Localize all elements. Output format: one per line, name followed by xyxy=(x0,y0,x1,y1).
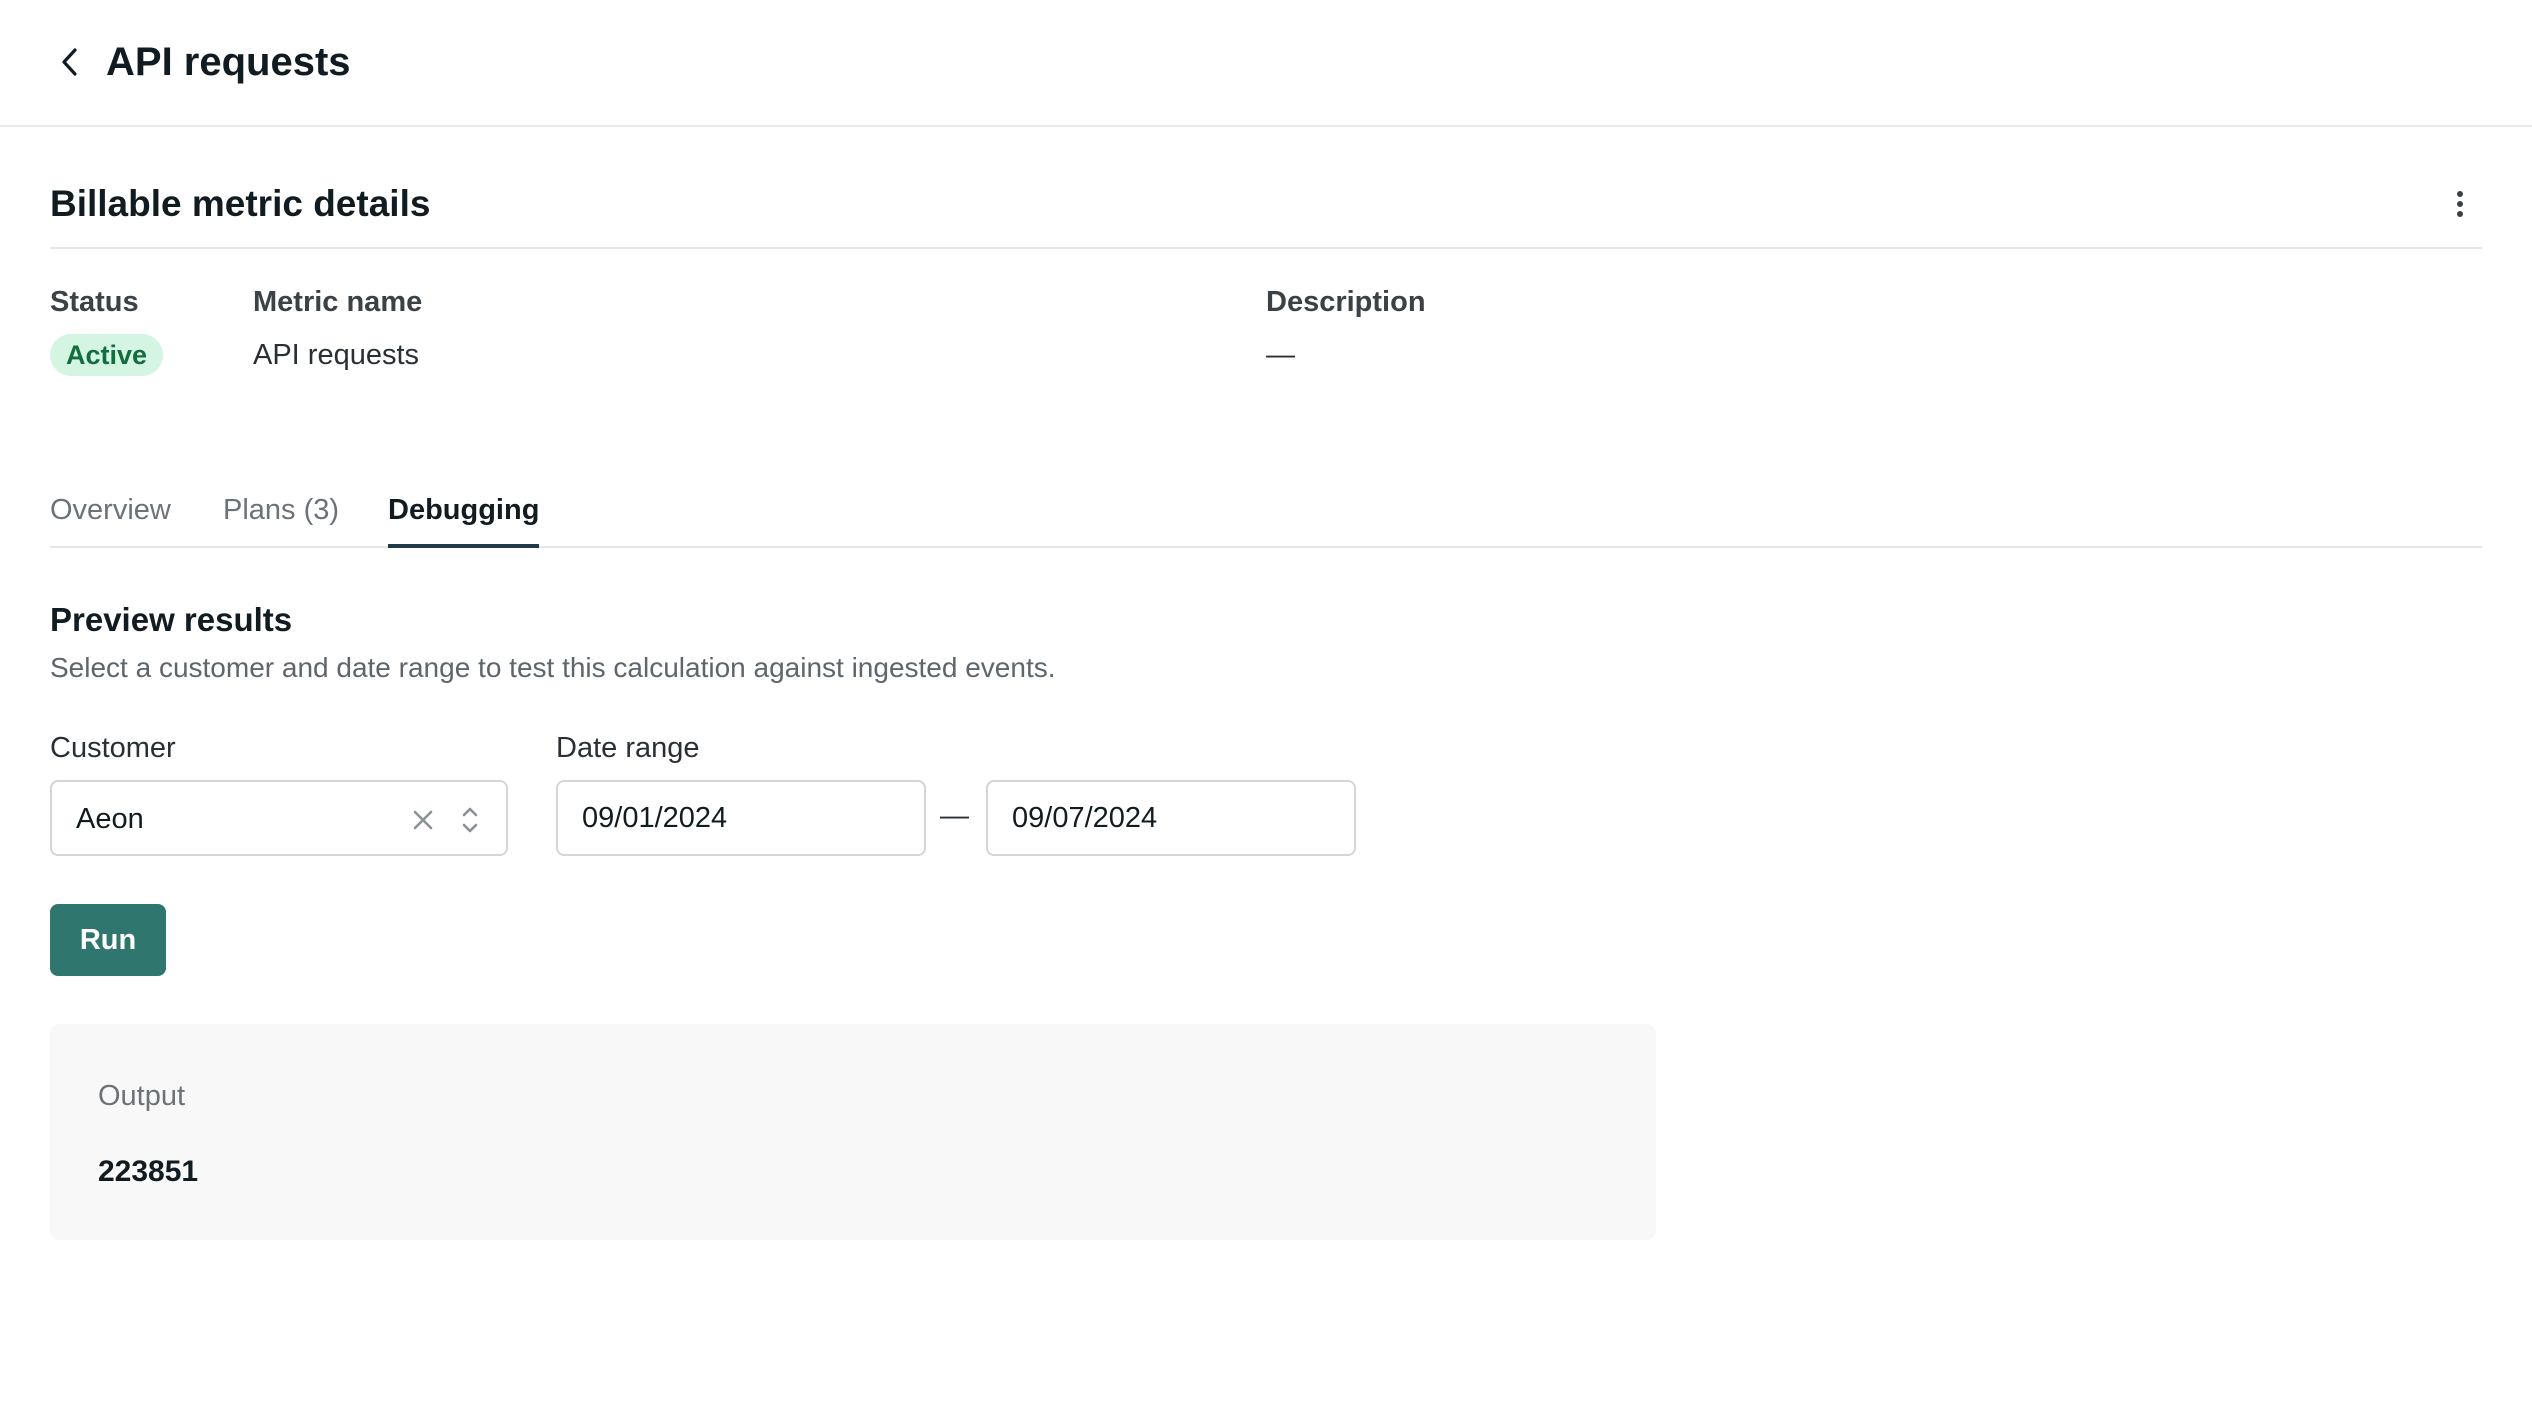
customer-select[interactable]: Aeon xyxy=(50,780,508,856)
chevron-left-icon xyxy=(62,48,77,76)
run-button[interactable]: Run xyxy=(50,904,166,976)
page-title: API requests xyxy=(106,40,351,84)
date-start-input[interactable] xyxy=(556,780,926,856)
status-label: Status xyxy=(50,286,139,318)
date-range-label: Date range xyxy=(556,732,700,764)
customer-label: Customer xyxy=(50,732,176,764)
more-vertical-icon xyxy=(2457,191,2463,217)
output-value: 223851 xyxy=(98,1155,199,1188)
date-end-input[interactable] xyxy=(986,780,1356,856)
status-badge: Active xyxy=(50,334,164,376)
section-divider xyxy=(50,247,2482,249)
section-title: Billable metric details xyxy=(50,183,431,224)
more-options-button[interactable] xyxy=(2440,184,2480,224)
date-range-separator: — xyxy=(940,800,969,832)
customer-select-toggle[interactable] xyxy=(452,799,488,841)
description-value: — xyxy=(1266,339,1295,371)
close-icon xyxy=(413,810,433,830)
chevron-updown-icon xyxy=(462,807,478,833)
preview-description: Select a customer and date range to test… xyxy=(50,652,1056,683)
metric-name-label: Metric name xyxy=(253,286,423,318)
clear-customer-button[interactable] xyxy=(404,801,442,839)
output-card: Output 223851 xyxy=(50,1024,1656,1240)
metric-name-value: API requests xyxy=(253,339,420,371)
output-label: Output xyxy=(98,1080,186,1112)
tab-debugging[interactable]: Debugging xyxy=(388,488,540,548)
tab-overview[interactable]: Overview xyxy=(50,488,171,548)
tab-bar: Overview Plans (3) Debugging xyxy=(50,488,2482,548)
tab-plans[interactable]: Plans (3) xyxy=(223,488,339,548)
preview-title: Preview results xyxy=(50,601,293,638)
back-button[interactable] xyxy=(50,42,90,82)
description-label: Description xyxy=(1266,286,1426,318)
top-bar: API requests xyxy=(0,0,2532,127)
customer-select-value: Aeon xyxy=(76,803,144,835)
